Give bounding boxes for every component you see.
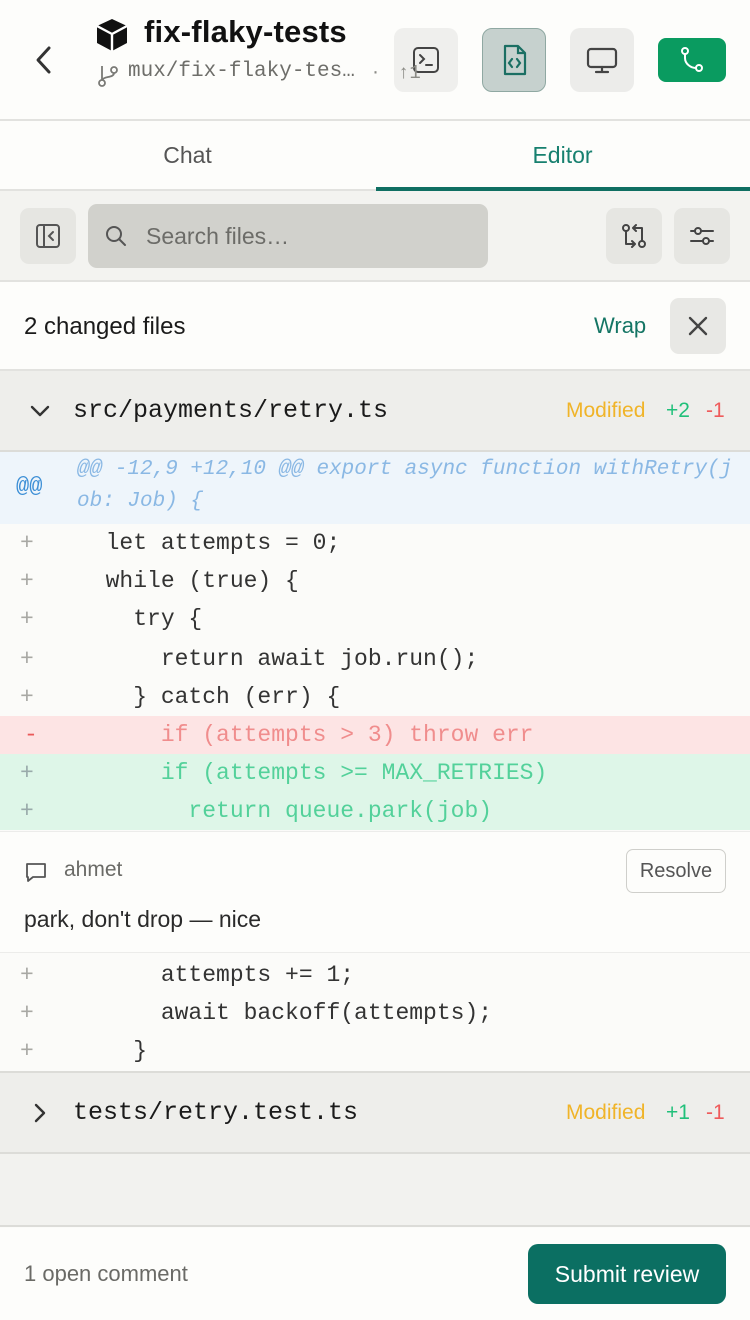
- filter-settings-button[interactable]: [674, 208, 730, 264]
- diff-line-deleted[interactable]: - if (attempts > 3) throw err: [0, 716, 750, 754]
- back-button[interactable]: [22, 38, 66, 82]
- ahead-count: ↑1: [398, 62, 421, 84]
- file-path: tests/retry.test.ts: [73, 1098, 359, 1127]
- file-header[interactable]: src/payments/retry.ts Modified +2 -1: [0, 371, 750, 452]
- changed-files-count: 2 changed files: [24, 313, 186, 340]
- line-code: return queue.park(job): [78, 798, 493, 824]
- monitor-icon: [586, 47, 618, 74]
- line-marker: -: [24, 722, 38, 748]
- diff-line[interactable]: + }: [0, 1032, 750, 1070]
- deletions-count: -1: [706, 399, 725, 422]
- line-code: try {: [78, 606, 203, 632]
- line-marker: +: [20, 568, 34, 594]
- back-icon: [36, 46, 51, 74]
- line-code: let attempts = 0;: [78, 530, 341, 556]
- hunk-header: @@ @@ -12,9 +12,10 @@ export async funct…: [0, 452, 750, 524]
- close-diff-button[interactable]: [670, 298, 726, 354]
- line-marker: +: [20, 530, 34, 556]
- line-marker: +: [20, 798, 34, 824]
- line-code: await backoff(attempts);: [78, 1000, 493, 1026]
- git-compare-icon: [622, 224, 646, 248]
- comment-body: park, don't drop — nice: [24, 906, 262, 932]
- git-merge-icon: [681, 47, 703, 72]
- chevron-down-icon: [30, 405, 50, 417]
- additions-count: +1: [666, 1101, 690, 1124]
- deletions-count: -1: [706, 1101, 725, 1124]
- comment-author: ahmet: [64, 858, 123, 881]
- tab-chat[interactable]: Chat: [0, 121, 375, 189]
- search-input[interactable]: [146, 222, 466, 250]
- file-path: src/payments/retry.ts: [73, 396, 389, 425]
- line-marker: +: [20, 1038, 34, 1064]
- open-comments-count: 1 open comment: [24, 1261, 188, 1286]
- line-marker: +: [20, 684, 34, 710]
- diff-line[interactable]: + try {: [0, 600, 750, 638]
- line-code: }: [78, 1038, 148, 1064]
- git-merge-button[interactable]: [658, 38, 726, 82]
- search-files-field[interactable]: [88, 204, 488, 268]
- line-marker: +: [20, 646, 34, 672]
- editor-toolbar: [0, 191, 750, 282]
- empty-area: [0, 1154, 750, 1227]
- workspace-title: fix-flaky-tests: [144, 14, 347, 49]
- file-status: Modified: [566, 1101, 646, 1124]
- line-marker: +: [20, 760, 34, 786]
- diff-line-added[interactable]: + return queue.park(job): [0, 792, 750, 830]
- toggle-sidebar-button[interactable]: [20, 208, 76, 264]
- chevron-right-icon: [34, 1103, 46, 1123]
- submit-review-button[interactable]: Submit review: [528, 1244, 726, 1304]
- line-code: return await job.run();: [78, 646, 479, 672]
- line-code: attempts += 1;: [78, 962, 355, 988]
- diff-line[interactable]: + return await job.run();: [0, 640, 750, 678]
- sidebar-collapse-icon: [36, 224, 60, 248]
- file-header[interactable]: tests/retry.test.ts Modified +1 -1: [0, 1071, 750, 1154]
- separator-dot: ·: [372, 60, 379, 83]
- diff-line[interactable]: + let attempts = 0;: [0, 524, 750, 562]
- compare-button[interactable]: [606, 208, 662, 264]
- line-code: while (true) {: [78, 568, 299, 594]
- hunk-marker: @@: [16, 474, 43, 499]
- branch-icon: [98, 66, 118, 87]
- hunk-header-text: @@ -12,9 +12,10 @@ export async function…: [77, 458, 733, 513]
- review-comment: ahmet Resolve park, don't drop — nice: [0, 831, 750, 953]
- branch-name: mux/fix-flaky-tests: [128, 60, 356, 83]
- line-marker: +: [20, 1000, 34, 1026]
- diff-line[interactable]: + while (true) {: [0, 562, 750, 600]
- code-file-icon: [503, 44, 527, 76]
- line-code: } catch (err) {: [78, 684, 341, 710]
- view-tabs: Chat Editor: [0, 121, 750, 191]
- line-marker: +: [20, 962, 34, 988]
- line-code: if (attempts > 3) throw err: [78, 722, 534, 748]
- changed-files-bar: 2 changed files Wrap: [0, 282, 750, 371]
- additions-count: +2: [666, 399, 690, 422]
- search-icon: [106, 226, 126, 246]
- tab-editor[interactable]: Editor: [375, 121, 750, 191]
- workspace-logo-icon: [96, 19, 128, 51]
- close-icon: [688, 316, 708, 336]
- comment-icon: [26, 863, 46, 882]
- line-code: if (attempts >= MAX_RETRIES): [78, 760, 548, 786]
- workspace-header: fix-flaky-tests mux/fix-flaky-tests · ↑1: [0, 0, 750, 121]
- sliders-icon: [690, 227, 714, 245]
- line-marker: +: [20, 606, 34, 632]
- preview-button[interactable]: [570, 28, 634, 92]
- code-view-button[interactable]: [482, 28, 546, 92]
- resolve-button[interactable]: Resolve: [626, 849, 726, 893]
- file-status: Modified: [566, 399, 646, 422]
- wrap-toggle[interactable]: Wrap: [594, 313, 646, 339]
- diff-line[interactable]: + await backoff(attempts);: [0, 994, 750, 1032]
- diff-line[interactable]: + attempts += 1;: [0, 956, 750, 994]
- diff-line-added[interactable]: + if (attempts >= MAX_RETRIES): [0, 754, 750, 792]
- diff-line[interactable]: + } catch (err) {: [0, 678, 750, 716]
- review-footer: 1 open comment Submit review: [0, 1228, 750, 1320]
